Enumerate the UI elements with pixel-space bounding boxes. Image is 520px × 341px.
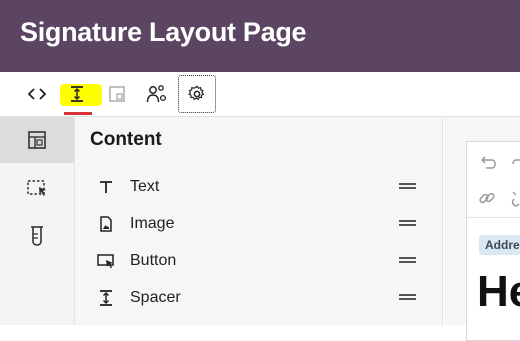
unlink-icon[interactable] [509, 188, 520, 208]
image-icon [97, 215, 115, 233]
spacer-icon [97, 289, 115, 307]
editor-toolbar [467, 142, 520, 218]
content-item-text[interactable]: Text [75, 169, 443, 205]
editor-card[interactable]: Addre He [466, 141, 520, 341]
template-icon [109, 86, 125, 102]
people-settings-button[interactable] [138, 75, 176, 113]
button-icon [97, 252, 115, 270]
page-title: Signature Layout Page [20, 17, 307, 47]
template-button[interactable] [98, 75, 136, 113]
toolbar [0, 72, 520, 117]
content-panel-title: Content [90, 129, 162, 150]
content-item-button[interactable]: Button [75, 243, 443, 279]
gear-icon [188, 85, 205, 101]
code-view-button[interactable] [18, 75, 56, 113]
select-area-icon [27, 180, 46, 196]
content-item-label: Button [130, 252, 177, 269]
drag-handle-icon[interactable] [399, 220, 416, 226]
rail-item-layout[interactable] [0, 117, 74, 163]
content-item-label: Image [130, 215, 175, 232]
code-brackets-icon [27, 88, 47, 100]
rail-item-test[interactable] [0, 213, 74, 259]
spacer-icon [71, 86, 83, 102]
drag-handle-icon[interactable] [399, 257, 416, 263]
flask-icon [31, 226, 43, 246]
content-item-label: Text [130, 178, 160, 195]
undo-icon[interactable] [477, 152, 497, 172]
people-settings-icon [146, 85, 167, 103]
layout-icon [28, 131, 46, 149]
merge-field-tag[interactable]: Addre [479, 235, 520, 255]
content-panel: Content Text Image Button Spacer [75, 117, 443, 325]
content-item-spacer[interactable]: Spacer [75, 280, 443, 316]
editor-heading[interactable]: He [477, 270, 520, 314]
spacer-tool-button[interactable] [58, 75, 102, 115]
drag-handle-icon[interactable] [399, 183, 416, 189]
redo-icon[interactable] [509, 152, 520, 172]
content-item-label: Spacer [130, 289, 181, 306]
text-icon [97, 178, 115, 196]
settings-button[interactable] [178, 75, 216, 113]
left-rail [0, 117, 75, 325]
app-header: Signature Layout Page [0, 0, 520, 72]
drag-handle-icon[interactable] [399, 294, 416, 300]
active-underline [64, 112, 92, 115]
link-icon[interactable] [477, 188, 497, 208]
rail-item-select[interactable] [0, 165, 74, 211]
content-item-image[interactable]: Image [75, 206, 443, 242]
